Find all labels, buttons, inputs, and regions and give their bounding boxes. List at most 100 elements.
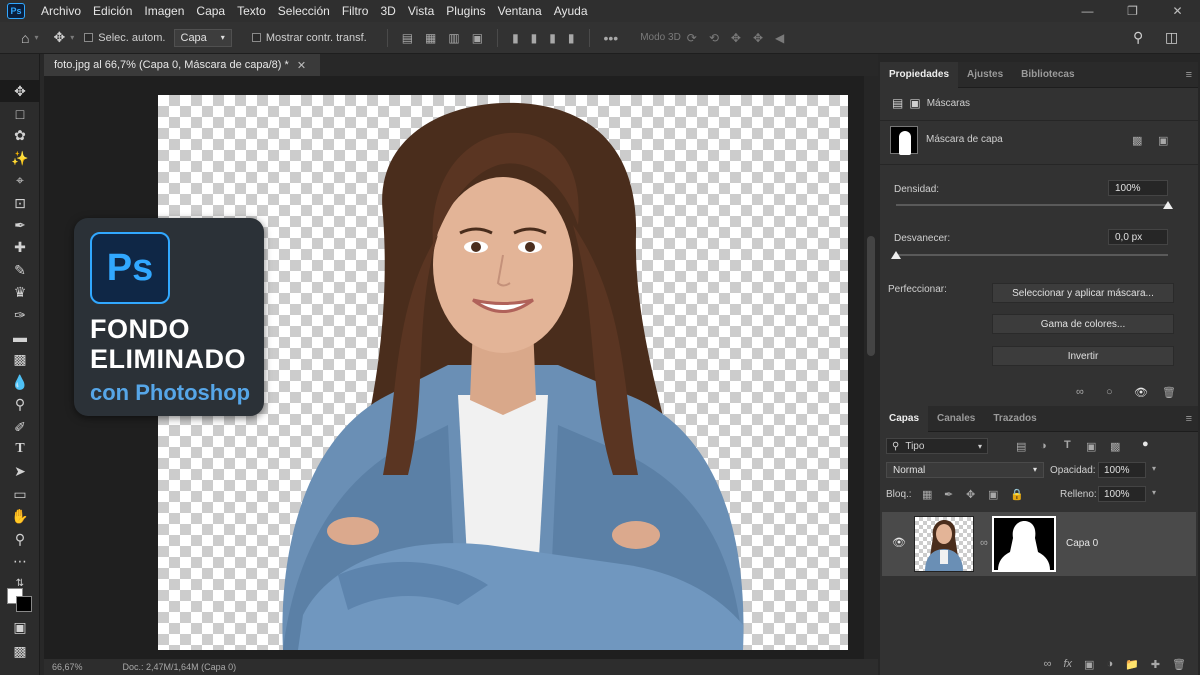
distribute-left-icon[interactable]: ▮ — [562, 31, 581, 45]
frame-icon[interactable]: ⊡ — [0, 192, 40, 214]
menu-ayuda[interactable]: Ayuda — [548, 0, 594, 22]
blur-icon[interactable]: 💧 — [0, 371, 40, 393]
scale-3d-icon[interactable]: ◀ — [769, 31, 790, 45]
feather-value[interactable]: 0,0 px — [1108, 229, 1168, 245]
minimize-icon[interactable]: — — [1065, 0, 1110, 22]
panel-menu-icon[interactable]: ≡ — [1186, 413, 1192, 425]
density-slider[interactable] — [896, 204, 1168, 206]
vertical-scrollbar[interactable] — [864, 76, 878, 659]
align-top-icon[interactable]: ▤ — [396, 31, 419, 45]
fill-value[interactable]: 100% — [1098, 486, 1146, 502]
orbit-3d-icon[interactable]: ⟳ — [681, 31, 703, 45]
home-icon[interactable]: ⌂ — [16, 30, 34, 46]
density-slider-knob[interactable] — [1163, 201, 1173, 209]
filter-smart-object-icon[interactable]: ▩ — [1110, 440, 1120, 453]
blend-mode-dropdown[interactable]: Normal ▾ — [886, 462, 1044, 478]
dodge-icon[interactable]: ⚲ — [0, 393, 40, 415]
close-icon[interactable]: ✕ — [297, 59, 306, 72]
marquee-icon[interactable]: □ — [0, 102, 40, 124]
chevron-down-icon[interactable]: ▾ — [1152, 464, 1156, 473]
menu-ventana[interactable]: Ventana — [492, 0, 548, 22]
new-group-icon[interactable]: 📁 — [1125, 658, 1139, 671]
menu-3d[interactable]: 3D — [374, 0, 401, 22]
layer-name[interactable]: Capa 0 — [1066, 538, 1098, 549]
color-range-button[interactable]: Gama de colores... — [992, 314, 1174, 334]
tab-adjustments[interactable]: Ajustes — [958, 62, 1012, 88]
layer-filter-dropdown[interactable]: ⚲ Tipo ▾ — [886, 438, 988, 454]
layer-mask-thumbnail[interactable] — [992, 516, 1056, 572]
distribute-bottom-icon[interactable]: ▮ — [543, 31, 562, 45]
menu-imagen[interactable]: Imagen — [138, 0, 190, 22]
quick-mask-icon[interactable]: ▣ — [0, 616, 40, 638]
eraser-icon[interactable]: ▬ — [0, 326, 40, 348]
feather-slider-knob[interactable] — [891, 251, 901, 259]
move-tool-icon[interactable]: ✥ — [0, 80, 40, 103]
adjustment-layer-icon[interactable]: ◑ — [1106, 658, 1113, 670]
document-tab[interactable]: foto.jpg al 66,7% (Capa 0, Máscara de ca… — [44, 54, 320, 76]
crop-icon[interactable]: ⌖ — [0, 170, 40, 192]
checkbox-box[interactable] — [251, 33, 261, 42]
tab-layers[interactable]: Capas — [880, 405, 929, 432]
eye-icon[interactable]: 👁 — [892, 536, 906, 549]
apply-mask-icon[interactable]: ○ — [1106, 386, 1113, 398]
menu-filtro[interactable]: Filtro — [336, 0, 375, 22]
path-select-icon[interactable]: ➤ — [0, 461, 40, 483]
checkbox-box[interactable] — [84, 33, 94, 42]
screen-mode-icon[interactable]: ▩ — [0, 640, 40, 662]
tab-channels[interactable]: Canales — [928, 406, 984, 432]
filter-pixel-icon[interactable]: ▤ — [1016, 440, 1026, 453]
close-icon[interactable]: ✕ — [1155, 0, 1200, 22]
chevron-down-icon[interactable]: ▾ — [34, 33, 38, 42]
trash-icon[interactable]: 🗑 — [1172, 658, 1186, 671]
trash-icon[interactable]: 🗑 — [1162, 386, 1176, 399]
show-transform-checkbox[interactable]: Mostrar contr. transf. — [251, 32, 367, 44]
eyedropper-icon[interactable]: ✒ — [0, 214, 40, 236]
tab-paths[interactable]: Trazados — [984, 406, 1045, 432]
search-icon[interactable]: ⚲ — [1128, 29, 1148, 46]
healing-icon[interactable]: ✚ — [0, 237, 40, 259]
select-pixel-mask-icon[interactable]: ▩ — [1132, 134, 1142, 147]
lock-artboard-icon[interactable]: ▣ — [988, 488, 998, 501]
restore-icon[interactable]: ❐ — [1110, 0, 1155, 22]
gradient-icon[interactable]: ▩ — [0, 349, 40, 371]
menu-texto[interactable]: Texto — [231, 0, 272, 22]
distribute-center-icon[interactable]: ▮ — [525, 31, 544, 45]
panel-menu-icon[interactable]: ≡ — [1186, 69, 1192, 81]
more-tools-icon[interactable]: ⋯ — [0, 550, 40, 572]
distribute-top-icon[interactable]: ▮ — [506, 31, 525, 45]
link-layers-icon[interactable]: ∞ — [1044, 658, 1052, 670]
layer-thumbnail[interactable] — [914, 516, 974, 572]
feather-slider[interactable] — [896, 254, 1168, 256]
new-layer-icon[interactable]: ✚ — [1151, 658, 1160, 671]
filter-type-icon[interactable]: T — [1064, 439, 1071, 451]
filter-toggle-icon[interactable]: ● — [1142, 438, 1149, 450]
align-left-icon[interactable]: ▣ — [466, 31, 489, 45]
brush-icon[interactable]: ✎ — [0, 259, 40, 281]
eye-icon[interactable]: 👁 — [1134, 386, 1148, 399]
add-mask-icon[interactable]: ▣ — [1084, 658, 1094, 671]
tab-properties[interactable]: Propiedades — [880, 61, 959, 88]
menu-plugins[interactable]: Plugins — [440, 0, 491, 22]
menu-capa[interactable]: Capa — [190, 0, 231, 22]
pen-icon[interactable]: ✐ — [0, 416, 40, 438]
menu-seleccion[interactable]: Selección — [272, 0, 336, 22]
opacity-value[interactable]: 100% — [1098, 462, 1146, 478]
auto-select-dropdown[interactable]: Capa ▾ — [173, 28, 232, 47]
rectangle-icon[interactable]: ▭ — [0, 483, 40, 505]
layer-style-icon[interactable]: fx — [1063, 658, 1072, 670]
density-value[interactable]: 100% — [1108, 180, 1168, 196]
align-vcenter-icon[interactable]: ▦ — [419, 31, 442, 45]
zoom-level[interactable]: 66,67% — [52, 662, 83, 672]
load-selection-icon[interactable]: ∞ — [1076, 386, 1084, 398]
zoom-icon[interactable]: ⚲ — [0, 528, 40, 550]
align-bottom-icon[interactable]: ▥ — [442, 31, 465, 45]
lock-pixels-icon[interactable]: ✒ — [944, 488, 953, 501]
pan-3d-icon[interactable]: ✥ — [725, 31, 747, 45]
history-brush-icon[interactable]: ✑ — [0, 304, 40, 326]
more-options-icon[interactable]: ••• — [598, 30, 625, 46]
add-vector-mask-icon[interactable]: ▣ — [1158, 134, 1168, 147]
hand-icon[interactable]: ✋ — [0, 505, 40, 527]
lock-all-icon[interactable]: 🔒 — [1010, 488, 1024, 501]
slide-3d-icon[interactable]: ✥ — [747, 31, 769, 45]
tab-libraries[interactable]: Bibliotecas — [1012, 62, 1083, 88]
